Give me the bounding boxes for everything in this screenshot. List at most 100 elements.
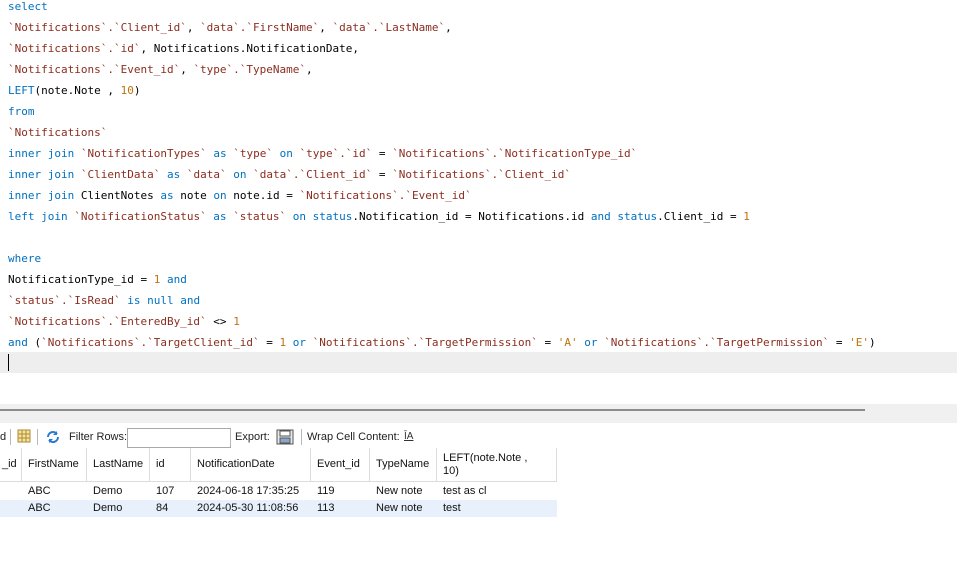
code-token: inner join (8, 147, 81, 160)
code-token: 'A' (557, 336, 578, 349)
code-line[interactable]: LEFT(note.Note , 10) (8, 84, 140, 105)
table-cell[interactable]: Demo (87, 500, 150, 517)
code-token: `data` (186, 168, 227, 181)
column-header[interactable]: FirstName (22, 448, 87, 482)
code-token: `Notifications`.`TargetPermission` (604, 336, 830, 349)
code-token: `Notifications`.`TargetPermission` (312, 336, 538, 349)
table-row[interactable]: ABC Demo 107 2024-06-18 17:35:25 119 New note… (0, 483, 557, 500)
code-line[interactable]: left join `NotificationStatus` as `statu… (8, 210, 750, 231)
code-token: = (372, 147, 393, 160)
table-cell[interactable]: Demo (87, 483, 150, 500)
current-line-highlight (0, 352, 957, 373)
code-token: and (590, 210, 618, 223)
table-cell[interactable] (0, 483, 22, 500)
code-token: `Notifications`.`TargetClient_id` (41, 336, 260, 349)
column-header[interactable]: LEFT(note.Note , 10) (437, 448, 557, 482)
table-cell[interactable]: 119 (311, 483, 370, 500)
code-token: = (372, 168, 393, 181)
code-token: as (160, 168, 187, 181)
code-line[interactable]: NotificationType_id = 1 and (8, 273, 187, 294)
table-cell[interactable]: New note (370, 483, 437, 500)
code-line[interactable]: inner join `NotificationTypes` as `type`… (8, 147, 637, 168)
code-token: `status`.`IsRead` (8, 294, 121, 307)
column-header-label: Event_id (317, 458, 360, 470)
code-token: LEFT (8, 84, 35, 97)
code-line[interactable]: inner join ClientNotes as note on note.i… (8, 189, 472, 210)
code-token: (note.Note , (34, 84, 121, 97)
code-token: or (286, 336, 313, 349)
table-cell[interactable]: ABC (22, 500, 87, 517)
code-token: , (319, 21, 333, 34)
code-token: , (180, 63, 194, 76)
column-header[interactable]: TypeName (370, 448, 437, 482)
column-header[interactable]: id (150, 448, 191, 482)
code-token: `Notifications`.`id` (8, 42, 141, 55)
code-line[interactable]: `Notifications`.`Event_id`, `type`.`Type… (8, 63, 313, 84)
code-token: `data`.`LastName` (332, 21, 446, 34)
table-cell[interactable]: test as cl (437, 483, 557, 500)
table-cell[interactable]: 2024-06-18 17:35:25 (191, 483, 311, 500)
result-toolbar: d Filter Rows: Export: Wrap Cell Content… (0, 427, 957, 448)
table-cell[interactable] (0, 500, 22, 517)
code-token: as (206, 210, 234, 223)
code-token: = (259, 336, 280, 349)
code-token: on (272, 147, 300, 160)
column-header[interactable]: Event_id (311, 448, 370, 482)
sql-editor[interactable]: select `Notifications`.`Client_id`, `data… (0, 0, 957, 400)
code-line[interactable]: `Notifications` (8, 126, 107, 147)
column-header[interactable]: LastName (87, 448, 150, 482)
code-token: = (537, 336, 558, 349)
grid-view-icon[interactable] (17, 429, 31, 445)
code-line[interactable]: where (8, 252, 41, 273)
horizontal-scrollbar[interactable] (0, 409, 865, 411)
table-cell[interactable]: New note (370, 500, 437, 517)
code-token: `Notifications`.`Client_id` (392, 168, 571, 181)
column-header-label: FirstName (28, 458, 79, 470)
code-token: ) (869, 336, 876, 349)
export-icon[interactable] (276, 429, 294, 445)
code-token: `Notifications`.`Event_id` (8, 63, 181, 76)
refresh-icon[interactable] (45, 429, 61, 445)
column-header[interactable]: _id (0, 448, 22, 482)
code-token: `data`.`FirstName` (200, 21, 320, 34)
code-token: `status` (233, 210, 287, 223)
code-token: , Notifications.NotificationDate, (140, 42, 359, 55)
toolbar-separator (10, 429, 11, 445)
code-token: 10 (120, 84, 134, 97)
code-token: note (180, 189, 214, 202)
code-token: note.id = (233, 189, 300, 202)
table-cell[interactable]: 113 (311, 500, 370, 517)
filter-rows-input[interactable] (127, 428, 231, 448)
table-cell[interactable]: 84 (150, 500, 191, 517)
table-cell[interactable]: ABC (22, 483, 87, 500)
code-line[interactable]: select (8, 0, 48, 21)
code-token: on (226, 168, 254, 181)
code-token: 'E' (849, 336, 870, 349)
table-cell[interactable]: 2024-05-30 11:08:56 (191, 500, 311, 517)
code-token: `type`.`id` (299, 147, 373, 160)
code-line[interactable]: `Notifications`.`EnteredBy_id` <> 1 (8, 315, 240, 336)
code-line[interactable]: `Notifications`.`id`, Notifications.Noti… (8, 42, 359, 63)
table-cell[interactable]: test (437, 500, 557, 517)
panel-splitter[interactable] (0, 404, 957, 423)
code-line[interactable]: `Notifications`.`Client_id`, `data`.`Fir… (8, 21, 452, 42)
code-token: `NotificationStatus` (74, 210, 207, 223)
code-line[interactable]: `status`.`IsRead` is null and (8, 294, 200, 315)
code-token: as (160, 189, 181, 202)
code-line[interactable]: inner join `ClientData` as `data` on `da… (8, 168, 571, 189)
toolbar-separator (301, 429, 302, 445)
table-cell[interactable]: 107 (150, 483, 191, 500)
text-caret (8, 354, 9, 371)
code-token: <> (206, 315, 234, 328)
toolbar-partial-label: d (0, 431, 7, 443)
column-header-label: TypeName (376, 458, 430, 470)
table-row[interactable]: ABC Demo 84 2024-05-30 11:08:56 113 New note t… (0, 500, 557, 517)
code-token: `Notifications`.`NotificationType_id` (392, 147, 638, 160)
code-token: status (617, 210, 658, 223)
column-header[interactable]: NotificationDate (191, 448, 311, 482)
wrap-cell-icon[interactable]: ĪA (404, 427, 413, 447)
code-token: left join (8, 210, 75, 223)
export-label: Export: (235, 431, 270, 443)
code-line[interactable]: from (8, 105, 35, 126)
code-token: as (206, 147, 234, 160)
